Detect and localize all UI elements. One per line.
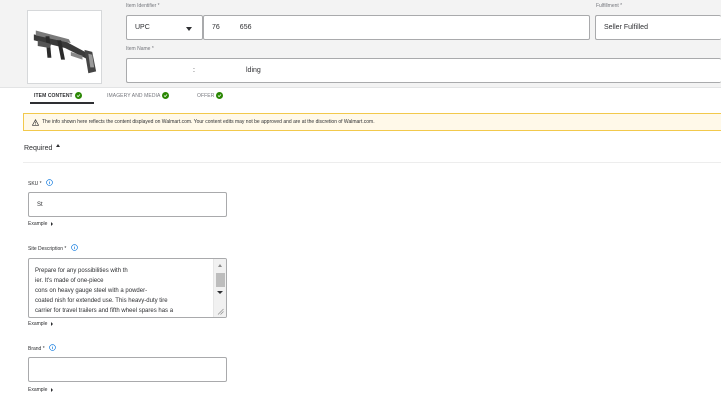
caret-right-icon [51, 388, 54, 392]
item-name-label: Item Name * [126, 46, 154, 52]
sku-value: St [37, 201, 43, 208]
tab-imagery-label: IMAGERY AND MEDIA [107, 92, 161, 99]
scroll-thumb[interactable] [216, 273, 225, 287]
caret-right-icon [51, 222, 54, 226]
textarea-scrollbar[interactable] [213, 259, 226, 317]
brand-example-toggle[interactable]: Example [28, 387, 54, 393]
tab-offer[interactable]: OFFER [197, 92, 224, 99]
sku-input[interactable]: St [28, 192, 227, 217]
site-description-example-toggle[interactable]: Example [28, 321, 54, 327]
warning-icon [32, 118, 39, 126]
sku-label-row: SKU * [28, 179, 53, 187]
item-name-fragment-2: lding [246, 67, 261, 74]
caret-right-icon [51, 322, 54, 326]
site-description-label: Site Description * [28, 246, 67, 252]
item-name-input[interactable]: : lding [126, 58, 721, 83]
chevron-up-icon [56, 144, 61, 147]
check-icon [74, 92, 82, 99]
sku-label: SKU * [28, 181, 42, 187]
check-icon [216, 92, 224, 99]
required-section-toggle[interactable]: Required [24, 144, 61, 152]
item-name-fragment-1: : [193, 67, 195, 74]
warning-text: The info shown here reflects the content… [42, 119, 375, 125]
fulfillment-value: Seller Fulfilled [604, 24, 648, 31]
example-label: Example [28, 387, 48, 393]
sku-example-toggle[interactable]: Example [28, 221, 54, 227]
identifier-value-input[interactable]: 76 656 [203, 15, 590, 40]
identifier-value-prefix: 76 [212, 24, 220, 31]
scroll-down-arrow-icon[interactable] [217, 291, 223, 294]
brand-label: Brand * [28, 346, 45, 352]
check-icon [162, 92, 170, 99]
example-label: Example [28, 321, 48, 327]
chevron-down-icon [186, 27, 192, 31]
product-image [33, 30, 97, 74]
brand-label-row: Brand * [28, 344, 56, 352]
tab-offer-label: OFFER [197, 92, 215, 99]
active-tab-indicator [30, 102, 94, 104]
product-thumbnail [27, 10, 102, 84]
tab-imagery-and-media[interactable]: IMAGERY AND MEDIA [107, 92, 170, 99]
scroll-up-arrow-icon[interactable] [218, 264, 222, 267]
info-icon[interactable] [70, 244, 78, 251]
identifier-type-value: UPC [135, 24, 150, 31]
brand-input[interactable] [28, 357, 227, 382]
example-label: Example [28, 221, 48, 227]
site-description-textarea[interactable]: Prepare for any possibilities with th ie… [28, 258, 227, 318]
info-icon[interactable] [49, 344, 56, 351]
fulfillment-select[interactable]: Seller Fulfilled [595, 15, 721, 40]
tab-item-content[interactable]: ITEM CONTENT [34, 92, 82, 99]
site-description-value: Prepare for any possibilities with th ie… [35, 268, 174, 314]
item-header: Item Identifier * UPC 76 656 Fulfillment… [0, 0, 721, 88]
section-divider [23, 162, 721, 163]
identifier-type-select[interactable]: UPC [126, 15, 203, 40]
item-identifier-label: Item Identifier * [126, 3, 160, 9]
content-tabs: ITEM CONTENT IMAGERY AND MEDIA OFFER [0, 88, 721, 105]
info-icon[interactable] [46, 179, 53, 186]
tab-item-content-label: ITEM CONTENT [34, 92, 73, 99]
content-warning-banner: The info shown here reflects the content… [23, 113, 721, 131]
identifier-value-suffix: 656 [239, 24, 252, 31]
fulfillment-label: Fulfillment * [596, 3, 623, 9]
resize-handle-icon[interactable] [217, 308, 224, 315]
section-title: Required [24, 145, 53, 152]
site-description-label-row: Site Description * [28, 244, 78, 252]
